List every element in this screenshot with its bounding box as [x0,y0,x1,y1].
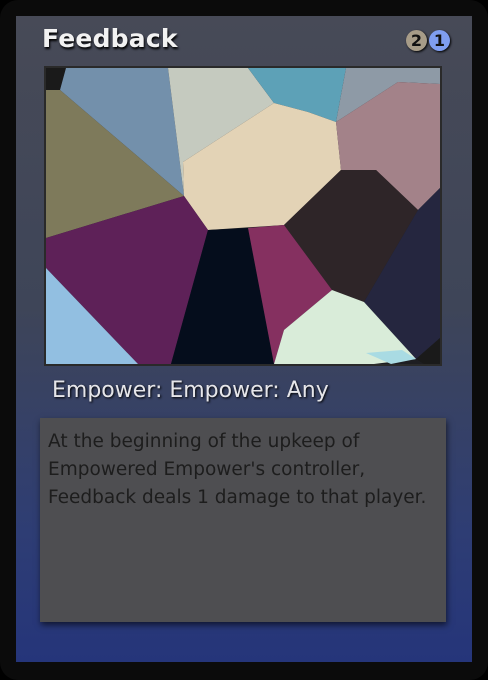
rules-text-box: At the beginning of the upkeep of Empowe… [40,418,446,622]
card[interactable]: Feedback 2 1 Empower: Empower: Any At th… [0,0,488,680]
blue-mana-icon: 1 [429,30,450,51]
generic-mana-icon: 2 [406,30,427,51]
card-title: Feedback [42,24,178,53]
mana-cost: 2 1 [406,30,450,51]
voronoi-art-image [46,68,440,364]
type-line: Empower: Empower: Any [52,378,329,403]
card-art [44,66,442,366]
rules-text: At the beginning of the upkeep of Empowe… [48,431,427,508]
